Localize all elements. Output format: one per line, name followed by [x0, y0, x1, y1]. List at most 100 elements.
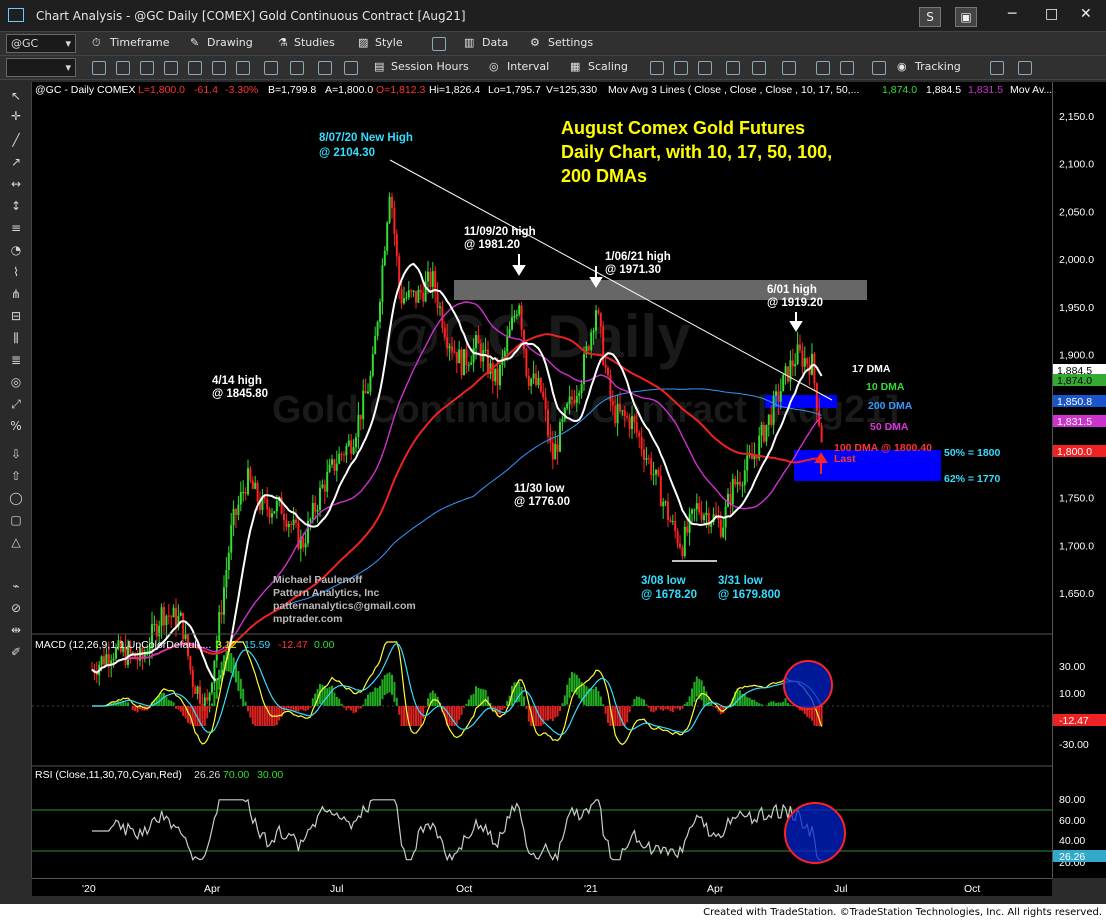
- line-style-icon[interactable]: [726, 61, 740, 75]
- ellipse-icon[interactable]: ◯: [8, 490, 24, 506]
- play-icon[interactable]: [212, 61, 226, 75]
- macd-bar: [712, 706, 715, 707]
- macd-bar: [746, 697, 749, 706]
- symbol-link-button[interactable]: S: [919, 7, 941, 27]
- chart-area[interactable]: @GC Daily Gold Continuous Contract [Aug2…: [32, 82, 1052, 878]
- interval-menu[interactable]: Interval: [507, 60, 549, 73]
- macd-bar: [472, 693, 475, 706]
- symbol-input[interactable]: @GC ▾: [6, 34, 76, 53]
- legend-mav2: 1,884.5: [926, 84, 961, 96]
- expand-icon[interactable]: ⇹: [8, 622, 24, 638]
- andrews-pitchfork-icon[interactable]: ⋔: [8, 286, 24, 302]
- macd-bar: [268, 706, 271, 726]
- macd-bar: [182, 706, 185, 717]
- measure-icon[interactable]: ⊘: [8, 600, 24, 616]
- candle-icon[interactable]: [674, 61, 688, 75]
- candle-body: [559, 422, 561, 452]
- note-icon[interactable]: [1018, 61, 1032, 75]
- gann-fan-icon[interactable]: ◔: [8, 242, 24, 258]
- data-menu[interactable]: Data: [482, 36, 508, 49]
- symbol-grid-icon[interactable]: [318, 61, 332, 75]
- grid-icon[interactable]: [290, 61, 304, 75]
- macd-bar: [208, 706, 211, 710]
- histogram-icon[interactable]: [782, 61, 796, 75]
- macd-bar: [172, 702, 175, 706]
- fib-time-icon[interactable]: ⫼: [8, 330, 24, 346]
- macd-bar: [568, 677, 571, 698]
- legend-mav-more: Mov Av...: [1010, 84, 1052, 96]
- hollow-candle-icon[interactable]: [698, 61, 712, 75]
- interval-combo[interactable]: ▾: [6, 58, 76, 77]
- arrow-up-icon[interactable]: ⇧: [8, 468, 24, 484]
- session-icon: ▤: [374, 60, 385, 73]
- bar-style-icon[interactable]: [650, 61, 664, 75]
- timeframe-menu[interactable]: Timeframe: [110, 36, 170, 49]
- time-axis[interactable]: '20 Apr Jul Oct '21 Apr Jul Oct: [32, 878, 1052, 896]
- speed-line-icon[interactable]: ⤢: [8, 396, 24, 412]
- ray-icon[interactable]: ↗: [8, 154, 24, 170]
- annot-high-nov: 11/09/20 high: [464, 226, 536, 238]
- candle-body: [611, 401, 614, 406]
- grid-layout-icon[interactable]: [872, 61, 886, 75]
- pointer-icon[interactable]: ↖: [8, 88, 24, 104]
- macd-bar: [244, 701, 247, 706]
- link-icon[interactable]: ▣: [955, 7, 977, 27]
- zoom-in-icon[interactable]: [816, 61, 830, 75]
- crosshair-icon[interactable]: ✛: [8, 108, 24, 124]
- dot-style-icon[interactable]: [752, 61, 766, 75]
- candle-body: [400, 288, 403, 304]
- macd-bar: [484, 689, 487, 706]
- style-menu[interactable]: Style: [375, 36, 403, 49]
- percent-icon[interactable]: %: [8, 418, 24, 434]
- horizontal-line-icon[interactable]: ↔: [8, 176, 24, 192]
- calendar-icon[interactable]: [140, 61, 154, 75]
- trendline-icon[interactable]: ╱: [8, 132, 24, 148]
- candle-body: [194, 687, 197, 694]
- maximize-button[interactable]: □: [1045, 6, 1058, 22]
- tracking-menu[interactable]: Tracking: [915, 60, 961, 73]
- candle-body: [112, 658, 115, 661]
- candle-body: [496, 368, 499, 386]
- export-icon[interactable]: [990, 61, 1004, 75]
- settings-menu[interactable]: Settings: [548, 36, 593, 49]
- fib-retracement-icon[interactable]: ≣: [8, 352, 24, 368]
- macd-bar: [311, 698, 314, 706]
- triangle-icon[interactable]: △: [8, 534, 24, 550]
- fibonacci-icon[interactable]: ≡: [8, 220, 24, 236]
- refresh-icon[interactable]: [92, 61, 106, 75]
- candle-body: [345, 445, 348, 456]
- window-layout-icon[interactable]: [432, 37, 446, 51]
- macd-bar: [787, 703, 789, 706]
- zoom-out-icon[interactable]: [840, 61, 854, 75]
- arrow-down-icon[interactable]: ⇩: [8, 446, 24, 462]
- rectangle-icon[interactable]: ▢: [8, 512, 24, 528]
- xtick-2020: '20: [82, 883, 96, 895]
- macd-bar: [626, 706, 629, 723]
- chart-type-icon[interactable]: [344, 61, 358, 75]
- zoom-icon[interactable]: [116, 61, 130, 75]
- freehand-icon[interactable]: ⌁: [8, 578, 24, 594]
- candle-body: [525, 348, 528, 376]
- candle-body: [146, 653, 149, 655]
- eye-icon[interactable]: [236, 61, 250, 75]
- timeframe-icon: ⏱: [92, 36, 101, 49]
- fib-circle-icon[interactable]: ◎: [8, 374, 24, 390]
- macd-bar: [477, 687, 480, 706]
- regression-icon[interactable]: ⌇: [8, 264, 24, 280]
- minimize-button[interactable]: ─: [1008, 6, 1016, 22]
- studies-menu[interactable]: Studies: [294, 36, 335, 49]
- macd-bar: [371, 691, 374, 706]
- fib-extension-icon[interactable]: ⊟: [8, 308, 24, 324]
- record-icon[interactable]: [188, 61, 202, 75]
- clock-icon[interactable]: [164, 61, 178, 75]
- pencil-icon[interactable]: ✐: [8, 644, 24, 660]
- bar-chart-icon[interactable]: [264, 61, 278, 75]
- candle-body: [743, 470, 746, 486]
- candle-body: [412, 290, 415, 292]
- scaling-menu[interactable]: Scaling: [588, 60, 628, 73]
- price-axis[interactable]: 2,150.0 2,100.0 2,050.0 2,000.0 1,950.0 1,900…: [1052, 82, 1106, 878]
- drawing-menu[interactable]: Drawing: [207, 36, 253, 49]
- vertical-line-icon[interactable]: ↕: [8, 198, 24, 214]
- session-hours-menu[interactable]: Session Hours: [391, 60, 469, 73]
- close-button[interactable]: ✕: [1080, 6, 1092, 22]
